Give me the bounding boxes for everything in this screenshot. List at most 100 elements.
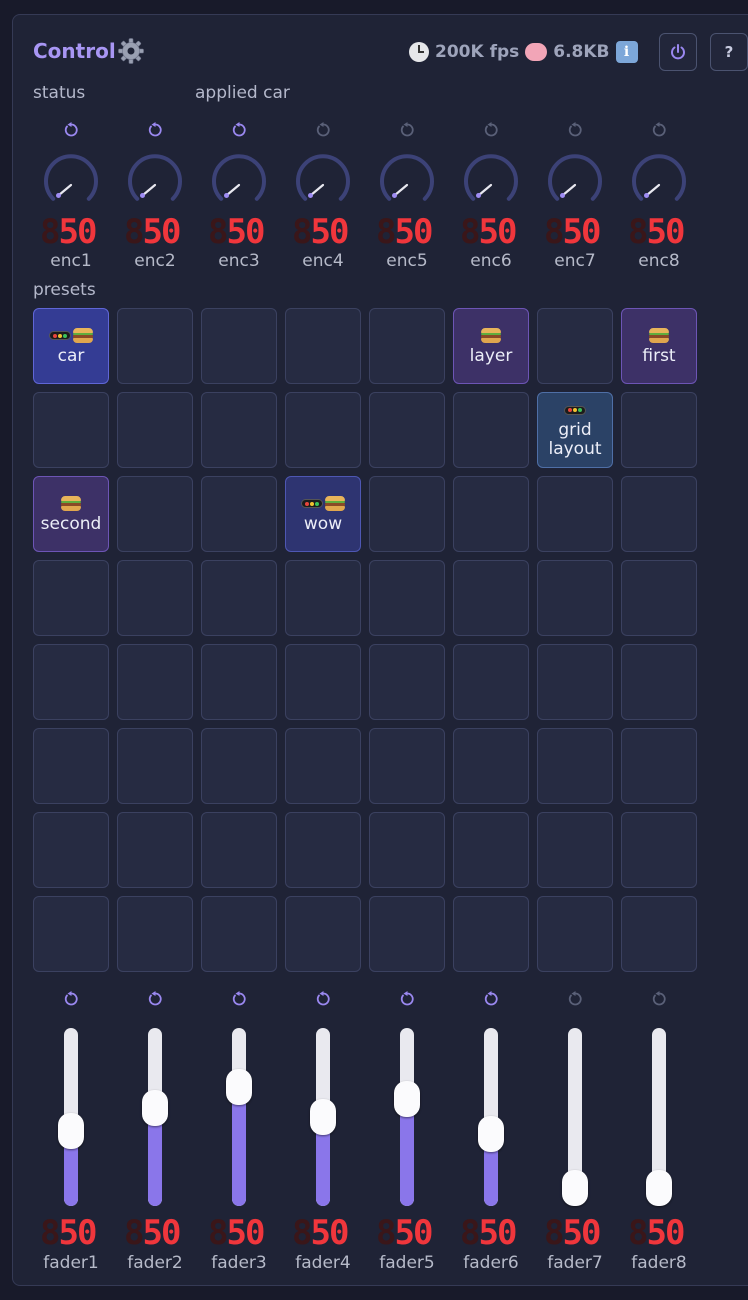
preset-pad-empty[interactable] — [369, 812, 445, 888]
preset-pad-empty[interactable] — [621, 728, 697, 804]
preset-pad-empty[interactable] — [369, 476, 445, 552]
preset-pad-empty[interactable] — [33, 896, 109, 972]
preset-pad-empty[interactable] — [453, 560, 529, 636]
preset-pad[interactable]: wow — [285, 476, 361, 552]
preset-pad-empty[interactable] — [33, 812, 109, 888]
power-button[interactable] — [659, 33, 697, 71]
preset-pad[interactable]: grid layout — [537, 392, 613, 468]
help-button[interactable]: ? — [710, 33, 748, 71]
reset-icon[interactable] — [230, 990, 248, 1008]
preset-pad-empty[interactable] — [621, 476, 697, 552]
preset-pad[interactable]: first — [621, 308, 697, 384]
encoder-knob[interactable] — [211, 153, 267, 209]
preset-pad-empty[interactable] — [369, 308, 445, 384]
preset-pad-empty[interactable] — [33, 392, 109, 468]
preset-pad-empty[interactable] — [621, 560, 697, 636]
fader-track[interactable] — [400, 1028, 414, 1206]
preset-pad-empty[interactable] — [453, 812, 529, 888]
preset-pad-empty[interactable] — [285, 560, 361, 636]
reset-icon[interactable] — [62, 990, 80, 1008]
preset-pad-empty[interactable] — [285, 644, 361, 720]
preset-pad[interactable]: car — [33, 308, 109, 384]
reset-icon[interactable] — [650, 121, 668, 139]
reset-icon[interactable] — [398, 121, 416, 139]
encoder-knob[interactable] — [43, 153, 99, 209]
preset-pad-empty[interactable] — [537, 308, 613, 384]
encoder-knob[interactable] — [127, 153, 183, 209]
preset-pad-empty[interactable] — [621, 392, 697, 468]
preset-pad-empty[interactable] — [285, 896, 361, 972]
preset-pad-empty[interactable] — [369, 560, 445, 636]
reset-icon[interactable] — [650, 990, 668, 1008]
preset-pad-empty[interactable] — [33, 728, 109, 804]
preset-pad-empty[interactable] — [117, 392, 193, 468]
fader-thumb[interactable] — [394, 1080, 420, 1117]
fader-thumb[interactable] — [58, 1113, 84, 1150]
preset-pad-empty[interactable] — [285, 728, 361, 804]
preset-pad-empty[interactable] — [537, 560, 613, 636]
gear-icon[interactable] — [118, 38, 144, 64]
preset-pad-empty[interactable] — [117, 560, 193, 636]
fader-thumb[interactable] — [646, 1170, 672, 1206]
preset-pad-empty[interactable] — [285, 308, 361, 384]
preset-pad-empty[interactable] — [201, 812, 277, 888]
preset-pad-empty[interactable] — [369, 728, 445, 804]
encoder-knob[interactable] — [295, 153, 351, 209]
preset-pad-empty[interactable] — [621, 644, 697, 720]
preset-pad-empty[interactable] — [537, 644, 613, 720]
preset-pad-empty[interactable] — [285, 392, 361, 468]
preset-pad-empty[interactable] — [453, 644, 529, 720]
encoder-knob[interactable] — [547, 153, 603, 209]
preset-pad-empty[interactable] — [621, 896, 697, 972]
preset-pad-empty[interactable] — [537, 728, 613, 804]
fader-thumb[interactable] — [478, 1116, 504, 1153]
preset-pad-empty[interactable] — [117, 812, 193, 888]
preset-pad-empty[interactable] — [537, 896, 613, 972]
preset-pad-empty[interactable] — [201, 560, 277, 636]
encoder-knob[interactable] — [463, 153, 519, 209]
fader-thumb[interactable] — [562, 1170, 588, 1206]
preset-pad-empty[interactable] — [201, 476, 277, 552]
preset-pad-empty[interactable] — [201, 308, 277, 384]
reset-icon[interactable] — [482, 990, 500, 1008]
preset-pad[interactable]: layer — [453, 308, 529, 384]
reset-icon[interactable] — [230, 121, 248, 139]
preset-pad-empty[interactable] — [201, 644, 277, 720]
preset-pad-empty[interactable] — [117, 896, 193, 972]
preset-pad-empty[interactable] — [369, 896, 445, 972]
reset-icon[interactable] — [146, 121, 164, 139]
preset-pad-empty[interactable] — [33, 560, 109, 636]
reset-icon[interactable] — [314, 990, 332, 1008]
preset-pad-empty[interactable] — [117, 728, 193, 804]
reset-icon[interactable] — [566, 990, 584, 1008]
fader-thumb[interactable] — [310, 1099, 336, 1135]
encoder-knob[interactable] — [379, 153, 435, 209]
info-icon[interactable]: i — [615, 41, 638, 63]
preset-pad-empty[interactable] — [537, 812, 613, 888]
preset-pad-empty[interactable] — [201, 392, 277, 468]
reset-icon[interactable] — [566, 121, 584, 139]
preset-pad-empty[interactable] — [369, 392, 445, 468]
reset-icon[interactable] — [62, 121, 80, 139]
reset-icon[interactable] — [482, 121, 500, 139]
preset-pad-empty[interactable] — [453, 476, 529, 552]
preset-pad-empty[interactable] — [117, 476, 193, 552]
reset-icon[interactable] — [398, 990, 416, 1008]
fader-track[interactable] — [232, 1028, 246, 1206]
preset-pad-empty[interactable] — [33, 644, 109, 720]
fader-thumb[interactable] — [226, 1069, 252, 1106]
preset-pad-empty[interactable] — [537, 476, 613, 552]
reset-icon[interactable] — [146, 990, 164, 1008]
preset-pad-empty[interactable] — [621, 812, 697, 888]
preset-pad-empty[interactable] — [453, 728, 529, 804]
preset-pad-empty[interactable] — [369, 644, 445, 720]
fader-thumb[interactable] — [142, 1090, 168, 1127]
preset-pad-empty[interactable] — [453, 392, 529, 468]
encoder-knob[interactable] — [631, 153, 687, 209]
preset-pad-empty[interactable] — [285, 812, 361, 888]
preset-pad-empty[interactable] — [201, 896, 277, 972]
preset-pad-empty[interactable] — [117, 644, 193, 720]
preset-pad-empty[interactable] — [201, 728, 277, 804]
reset-icon[interactable] — [314, 121, 332, 139]
preset-pad-empty[interactable] — [117, 308, 193, 384]
